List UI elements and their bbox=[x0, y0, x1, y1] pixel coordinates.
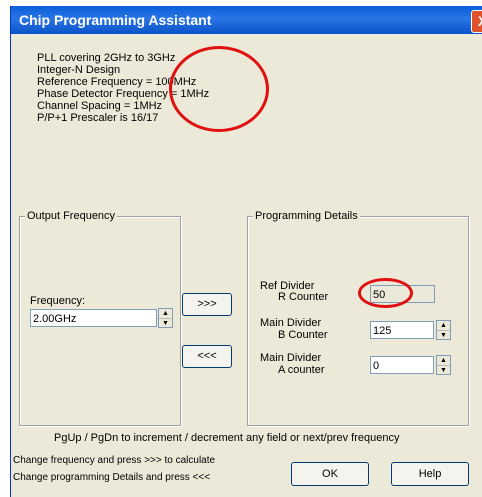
output-frequency-legend: Output Frequency bbox=[25, 210, 118, 222]
spin-down-icon[interactable]: ▼ bbox=[437, 331, 450, 340]
a-counter-spinner[interactable]: ▲ ▼ bbox=[436, 355, 451, 375]
frequency-label: Frequency: bbox=[30, 295, 86, 307]
close-button[interactable]: X bbox=[471, 10, 482, 33]
spin-up-icon[interactable]: ▲ bbox=[437, 356, 450, 366]
a-counter-label: A counter bbox=[278, 364, 325, 376]
keyboard-hint: PgUp / PgDn to increment / decrement any… bbox=[54, 432, 400, 444]
frequency-input[interactable]: 2.00GHz bbox=[30, 309, 157, 327]
spin-down-icon[interactable]: ▼ bbox=[159, 319, 172, 328]
b-counter-spinner[interactable]: ▲ ▼ bbox=[436, 320, 451, 340]
help-button[interactable]: Help bbox=[391, 462, 469, 486]
a-counter-input[interactable]: 0 bbox=[370, 356, 434, 374]
output-frequency-group: Output Frequency Frequency: 2.00GHz ▲ ▼ bbox=[19, 210, 181, 426]
reverse-calculate-button[interactable]: <<< bbox=[182, 345, 232, 368]
b-counter-label: B Counter bbox=[278, 329, 328, 341]
annotation-circle-frequency bbox=[169, 46, 269, 132]
instruction-line-1: Change frequency and press >>> to calcul… bbox=[13, 455, 216, 466]
calculate-button[interactable]: >>> bbox=[182, 293, 232, 316]
r-counter-label: R Counter bbox=[278, 291, 329, 303]
main-divider-a-label: Main Divider bbox=[260, 352, 322, 364]
b-counter-input[interactable]: 125 bbox=[370, 321, 434, 339]
title-bar[interactable]: Chip Programming Assistant X bbox=[11, 6, 482, 34]
spin-up-icon[interactable]: ▲ bbox=[159, 309, 172, 319]
annotation-circle-r-counter bbox=[358, 278, 413, 308]
window-title: Chip Programming Assistant bbox=[19, 12, 212, 28]
dialog-window: Chip Programming Assistant X PLL coverin… bbox=[10, 6, 482, 497]
instruction-line-2: Change programming Details and press <<< bbox=[13, 472, 211, 483]
spin-down-icon[interactable]: ▼ bbox=[437, 366, 450, 375]
frequency-spinner[interactable]: ▲ ▼ bbox=[158, 308, 173, 328]
spin-up-icon[interactable]: ▲ bbox=[437, 321, 450, 331]
ok-button[interactable]: OK bbox=[291, 462, 369, 486]
programming-details-legend: Programming Details bbox=[253, 210, 360, 222]
main-divider-b-label: Main Divider bbox=[260, 317, 322, 329]
programming-details-group: Programming Details Ref Divider R Counte… bbox=[247, 210, 469, 426]
